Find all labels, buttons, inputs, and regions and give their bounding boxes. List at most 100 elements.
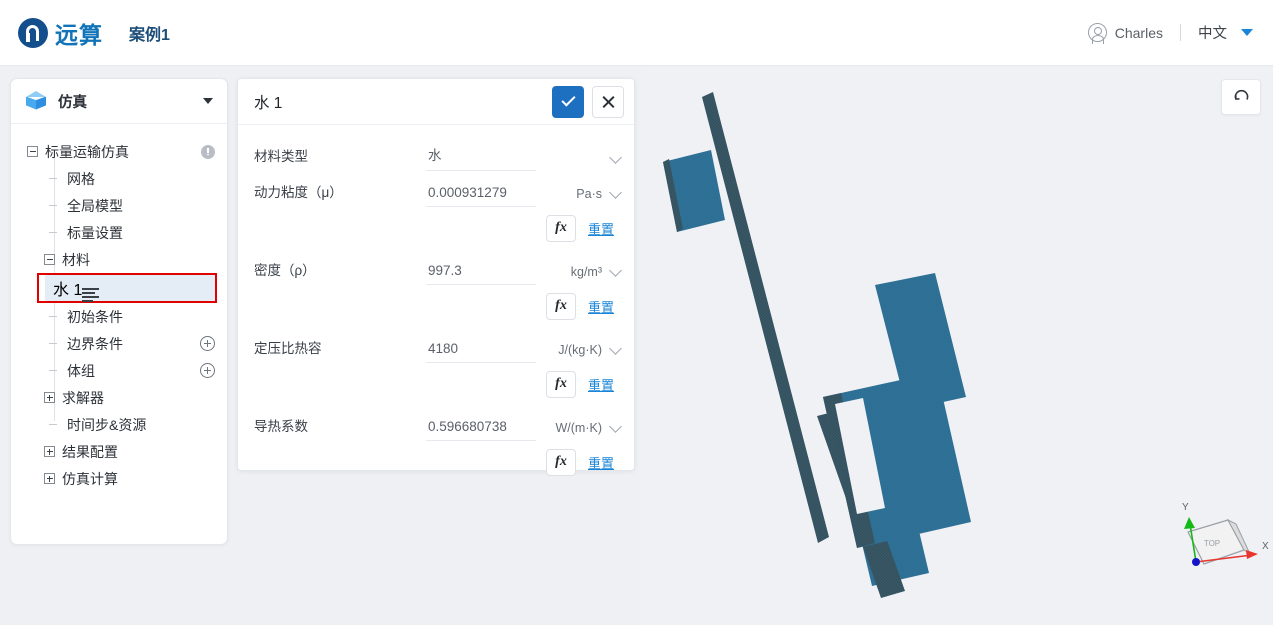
field-actions-specific-heat: fx 重置 xyxy=(254,363,622,405)
collapse-toggle-icon[interactable] xyxy=(44,254,55,265)
tree-item-run-simulation[interactable]: 仿真计算 xyxy=(11,465,227,492)
tree-item-label: 材料 xyxy=(62,251,90,268)
unit-label: W/(m·K) xyxy=(555,421,602,435)
unit-label: J/(kg·K) xyxy=(558,343,602,357)
density-unit-select[interactable]: kg/m³ xyxy=(536,264,622,285)
collapse-toggle-icon[interactable] xyxy=(27,146,38,157)
formula-button[interactable]: fx xyxy=(546,370,576,398)
expand-toggle-icon[interactable] xyxy=(44,446,55,457)
material-type-unit[interactable] xyxy=(536,151,622,171)
top-header-bar: 远算 案例1 Charles 中文 xyxy=(0,0,1273,66)
tree-item-boundary-conditions[interactable]: 边界条件 xyxy=(11,330,227,357)
caret-down-icon[interactable] xyxy=(203,98,213,104)
tree-item-material[interactable]: 材料 xyxy=(11,246,227,273)
tree-panel-header[interactable]: 仿真 xyxy=(11,79,227,124)
check-icon xyxy=(560,92,576,107)
confirm-button[interactable] xyxy=(552,85,584,118)
dynamic-viscosity-input[interactable]: 0.000931279 xyxy=(426,185,536,207)
field-actions-thermal-conductivity: fx 重置 xyxy=(254,441,622,483)
3d-viewport[interactable]: TOP X Y xyxy=(641,67,1273,625)
dynamic-viscosity-unit-select[interactable]: Pa·s xyxy=(536,186,622,207)
specific-heat-input[interactable]: 4180 xyxy=(426,341,536,363)
tree-item-water-1-highlight: 水 1 xyxy=(37,273,217,303)
header-right-group: Charles 中文 xyxy=(1087,22,1253,44)
field-actions-density: fx 重置 xyxy=(254,285,622,327)
chevron-down-icon xyxy=(609,342,622,355)
field-label: 材料类型 xyxy=(254,149,308,164)
reset-link[interactable]: 重置 xyxy=(588,375,620,394)
close-icon xyxy=(601,95,615,109)
field-label: 导热系数 xyxy=(254,419,308,434)
unit-label: Pa·s xyxy=(576,187,602,201)
tree-item-label: 求解器 xyxy=(62,389,104,406)
tree-item-label: 网格 xyxy=(67,170,95,187)
panel-action-buttons xyxy=(552,85,624,118)
tree-item-volume-group[interactable]: 体组 xyxy=(11,357,227,384)
add-volume-group-button[interactable] xyxy=(200,363,215,378)
page-title: 水 1 xyxy=(254,94,283,112)
brand-block[interactable]: 远算 xyxy=(18,16,103,50)
plus-circle-icon xyxy=(200,336,215,351)
orientation-gizmo[interactable]: TOP X Y xyxy=(1166,492,1273,592)
tree-item-label: 结果配置 xyxy=(62,443,118,460)
tree-item-label: 初始条件 xyxy=(67,308,123,325)
field-label: 定压比热容 xyxy=(254,341,322,356)
tree-body: 标量运输仿真 网格 全局模型 标量设置 材料 水 1 初始条件 边界条件 体组 … xyxy=(11,124,227,492)
formula-button[interactable]: fx xyxy=(546,214,576,242)
tree-item-solver[interactable]: 求解器 xyxy=(11,384,227,411)
field-label: 密度（ρ） xyxy=(254,263,316,278)
tree-item-status[interactable] xyxy=(201,144,215,159)
tree-item-water-1[interactable]: 水 1 xyxy=(45,275,215,302)
field-row-density: 密度（ρ） 997.3 kg/m³ xyxy=(254,249,622,285)
formula-button[interactable]: fx xyxy=(546,292,576,320)
company-logo-icon xyxy=(18,17,48,48)
add-boundary-condition-button[interactable] xyxy=(200,336,215,351)
tree-branch-stub xyxy=(49,419,60,430)
tree-item-mesh[interactable]: 网格 xyxy=(11,165,227,192)
tree-item-label: 标量设置 xyxy=(67,224,123,241)
chevron-down-icon xyxy=(609,186,622,199)
tree-item-result-config[interactable]: 结果配置 xyxy=(11,438,227,465)
chevron-down-icon xyxy=(609,151,622,164)
material-properties-panel: 水 1 材料类型 水 动力粘度（μ） 0.000931279 Pa·s fx 重… xyxy=(237,78,635,476)
logo-text: 远算 xyxy=(55,21,103,48)
user-avatar-icon xyxy=(1087,23,1107,44)
reset-link[interactable]: 重置 xyxy=(588,219,620,238)
tree-item-label: 全局模型 xyxy=(67,197,123,214)
tree-item-timestep-resources[interactable]: 时间步&资源 xyxy=(11,411,227,438)
tree-item-label: 标量运输仿真 xyxy=(45,143,129,160)
warning-circle-icon xyxy=(201,144,215,159)
density-input[interactable]: 997.3 xyxy=(426,263,536,285)
tree-branch-stub xyxy=(49,311,60,322)
language-selector-label[interactable]: 中文 xyxy=(1198,22,1227,43)
tree-item-label: 体组 xyxy=(67,362,95,379)
properties-panel-header: 水 1 xyxy=(238,79,634,125)
thermal-conductivity-input[interactable]: 0.596680738 xyxy=(426,419,536,441)
cube-icon xyxy=(25,90,47,112)
tree-item-scalar-transport[interactable]: 标量运输仿真 xyxy=(11,138,227,165)
tree-item-label: 水 1 xyxy=(53,282,83,299)
gizmo-face-label: TOP xyxy=(1204,539,1220,548)
reset-link[interactable]: 重置 xyxy=(588,297,620,316)
user-name: Charles xyxy=(1114,24,1163,41)
expand-toggle-icon[interactable] xyxy=(44,392,55,403)
thermal-conductivity-unit-select[interactable]: W/(m·K) xyxy=(536,420,622,441)
reset-link[interactable]: 重置 xyxy=(588,453,620,472)
tree-item-initial-conditions[interactable]: 初始条件 xyxy=(11,303,227,330)
tree-item-global-model[interactable]: 全局模型 xyxy=(11,192,227,219)
field-row-thermal-conductivity: 导热系数 0.596680738 W/(m·K) xyxy=(254,405,622,441)
case-title: 案例1 xyxy=(129,26,170,44)
expand-toggle-icon[interactable] xyxy=(44,473,55,484)
tree-branch-stub xyxy=(49,365,60,376)
caret-down-icon[interactable] xyxy=(1241,29,1253,36)
material-type-select[interactable]: 水 xyxy=(426,144,536,171)
tree-item-label: 边界条件 xyxy=(67,335,123,352)
tree-item-scalar-settings[interactable]: 标量设置 xyxy=(11,219,227,246)
cancel-button[interactable] xyxy=(592,85,624,118)
field-row-dynamic-viscosity: 动力粘度（μ） 0.000931279 Pa·s xyxy=(254,171,622,207)
field-label: 动力粘度（μ） xyxy=(254,185,343,200)
specific-heat-unit-select[interactable]: J/(kg·K) xyxy=(536,342,622,363)
formula-button[interactable]: fx xyxy=(546,448,576,476)
tree-branch-stub xyxy=(49,173,60,184)
simulation-tree-panel: 仿真 标量运输仿真 网格 全局模型 标量设置 材料 水 1 初始条件 边界条件 … xyxy=(10,78,228,545)
